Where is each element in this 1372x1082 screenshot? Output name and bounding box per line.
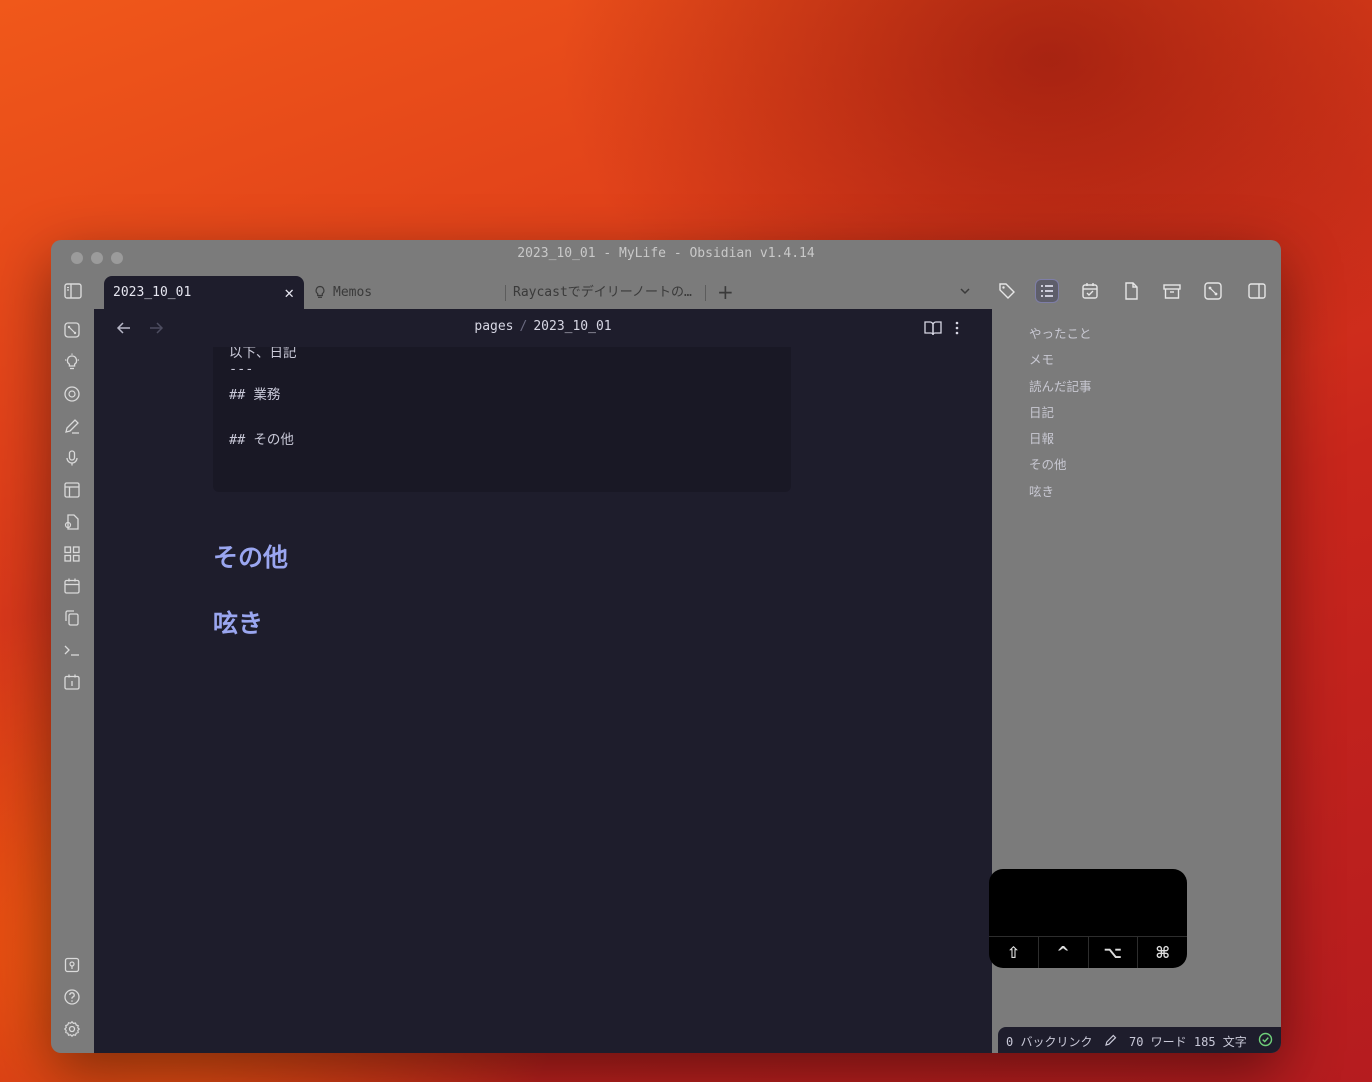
- tab-list-chevron-icon[interactable]: [954, 280, 976, 302]
- calendar-day-icon[interactable]: [63, 673, 81, 691]
- tag-icon[interactable]: [996, 280, 1018, 302]
- code-line: ## 業務: [229, 387, 281, 403]
- layout-icon[interactable]: [63, 481, 81, 499]
- tab-label: Raycastでデイリーノートの…: [513, 285, 692, 300]
- shift-key: ⇧: [989, 937, 1039, 968]
- editor-pane[interactable]: pages/2023_10_01 以下、日記 --- ## 業務 ## その他 …: [94, 309, 992, 1053]
- right-sidebar-toggle-icon[interactable]: [1246, 280, 1268, 302]
- tab-bar: 2023_10_01 ✕ Memos Raycastでデイリーノートの… +: [51, 274, 1281, 309]
- outline-item[interactable]: 日報: [1029, 428, 1054, 447]
- backlinks-count[interactable]: 0 バックリンク: [1006, 1033, 1092, 1050]
- modifier-keys: ⇧ ^ ⌥ ⌘: [989, 936, 1187, 968]
- copy-icon[interactable]: [63, 609, 81, 627]
- keystroke-overlay: ⇧ ^ ⌥ ⌘: [989, 869, 1187, 968]
- outline-item[interactable]: メモ: [1029, 349, 1054, 368]
- file-icon[interactable]: [1120, 280, 1142, 302]
- pencil-icon[interactable]: [63, 417, 81, 435]
- tab-raycast-note[interactable]: Raycastでデイリーノートの…: [513, 276, 701, 309]
- left-ribbon: [51, 309, 94, 1053]
- tab-divider: [705, 285, 706, 301]
- smile-icon[interactable]: [63, 385, 81, 403]
- calendar-check-icon[interactable]: [1079, 280, 1101, 302]
- editor-header: pages/2023_10_01: [94, 309, 992, 347]
- outline-item[interactable]: 日記: [1029, 402, 1054, 421]
- code-line: ---: [229, 361, 254, 377]
- more-options-icon[interactable]: [954, 319, 960, 337]
- tab-divider: [505, 285, 506, 301]
- outline-item[interactable]: やったこと: [1029, 323, 1092, 342]
- tab-memos[interactable]: Memos: [313, 276, 503, 309]
- window-title: 2023_10_01 - MyLife - Obsidian v1.4.14: [517, 246, 815, 261]
- edit-mode-icon[interactable]: [1104, 1033, 1118, 1047]
- new-tab-button[interactable]: +: [717, 280, 734, 304]
- terminal-icon[interactable]: [63, 641, 81, 659]
- grid-icon[interactable]: [63, 545, 81, 563]
- code-block[interactable]: 以下、日記 --- ## 業務 ## その他: [213, 347, 791, 492]
- command-key: ⌘: [1155, 943, 1171, 962]
- control-key: ^: [1039, 937, 1089, 968]
- title-bar: 2023_10_01 - MyLife - Obsidian v1.4.14: [51, 240, 1281, 274]
- outline-item[interactable]: その他: [1029, 454, 1067, 473]
- left-sidebar-toggle-icon[interactable]: [63, 281, 83, 301]
- graph-icon[interactable]: [1202, 280, 1224, 302]
- lightbulb-icon: [315, 285, 325, 298]
- close-tab-icon[interactable]: ✕: [284, 276, 294, 309]
- breadcrumb-file[interactable]: 2023_10_01: [533, 319, 611, 334]
- code-line: ## その他: [229, 432, 294, 448]
- status-bar: 0 バックリンク 70 ワード 185 文字: [998, 1027, 1281, 1053]
- outline-item[interactable]: 読んだ記事: [1029, 376, 1092, 395]
- vault-icon[interactable]: [63, 956, 81, 974]
- code-line: 以下、日記: [229, 347, 297, 361]
- microphone-icon[interactable]: [63, 449, 81, 467]
- graph-view-icon[interactable]: [63, 321, 81, 339]
- outline-item[interactable]: 呟き: [1029, 481, 1054, 500]
- reading-view-icon[interactable]: [924, 320, 942, 336]
- tab-2023-10-01[interactable]: 2023_10_01 ✕: [104, 276, 304, 309]
- file-search-icon[interactable]: [63, 513, 81, 531]
- lightbulb-icon[interactable]: [63, 353, 81, 371]
- help-icon[interactable]: [63, 988, 81, 1006]
- settings-icon[interactable]: [63, 1020, 81, 1038]
- archive-icon[interactable]: [1161, 280, 1183, 302]
- heading-other: その他: [213, 543, 289, 572]
- breadcrumb-folder[interactable]: pages: [474, 319, 513, 334]
- calendar-icon[interactable]: [63, 577, 81, 595]
- tab-label: 2023_10_01: [113, 285, 192, 300]
- word-char-count: 70 ワード 185 文字: [1129, 1035, 1247, 1049]
- sync-check-icon[interactable]: [1258, 1032, 1273, 1047]
- outline-icon[interactable]: [1035, 279, 1059, 303]
- option-key: ⌥: [1089, 937, 1139, 968]
- breadcrumb: pages/2023_10_01: [474, 319, 612, 334]
- tab-label: Memos: [333, 285, 373, 300]
- heading-mutter: 呟き: [213, 609, 264, 638]
